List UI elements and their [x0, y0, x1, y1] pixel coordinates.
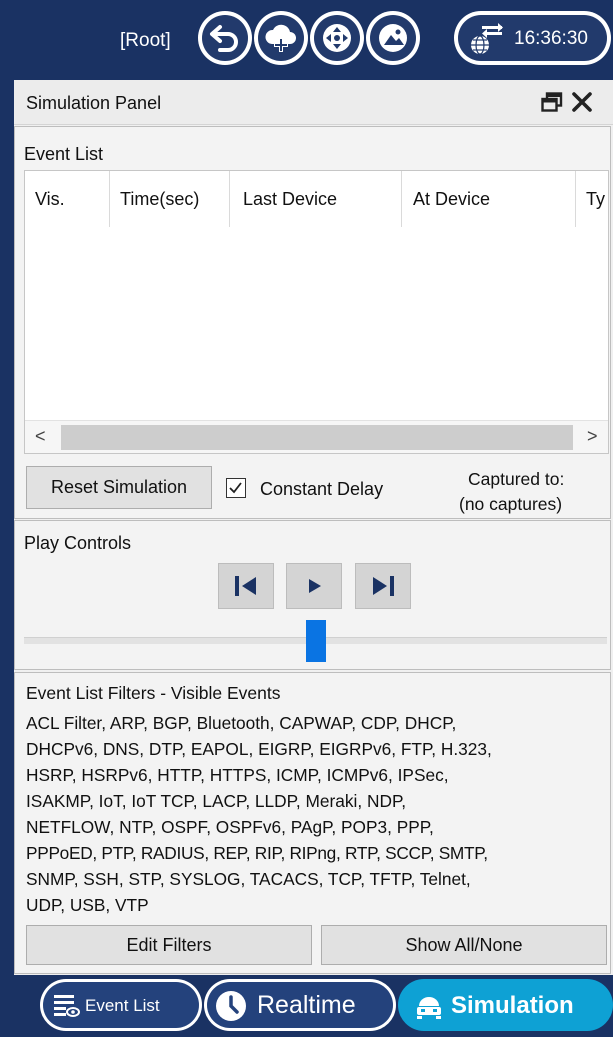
- tab-label: Realtime: [257, 991, 356, 1019]
- tab-realtime[interactable]: Realtime: [204, 979, 396, 1031]
- filter-line: PPPoED, PTP, RADIUS, REP, RIP, RIPng, RT…: [26, 843, 488, 863]
- event-table[interactable]: Vis. Time(sec) Last Device At Device Ty …: [24, 170, 609, 454]
- column-header-at-device[interactable]: At Device: [413, 189, 490, 210]
- bottom-tab-bar: Event List Realtime Simulation: [0, 975, 613, 1037]
- top-toolbar: [Root] 16:36:30: [0, 0, 613, 80]
- column-header-type[interactable]: Ty: [586, 189, 605, 210]
- event-list-icon: [54, 995, 80, 1017]
- restore-window-icon[interactable]: [541, 92, 563, 112]
- captures-value: (no captures): [459, 494, 563, 514]
- tab-label: Simulation: [451, 992, 574, 1019]
- column-divider[interactable]: [401, 171, 402, 227]
- image-button[interactable]: [366, 11, 420, 65]
- play-button[interactable]: [286, 563, 342, 609]
- event-list-label: Event List: [24, 144, 104, 164]
- filter-line: ACL Filter, ARP, BGP, Bluetooth, CAPWAP,…: [26, 713, 457, 733]
- constant-delay-label: Constant Delay: [260, 479, 384, 499]
- back-arrow-icon: [210, 25, 238, 52]
- clock-time: 16:36:30: [514, 28, 588, 49]
- column-divider[interactable]: [109, 171, 110, 227]
- network-globe-icon: [471, 23, 503, 55]
- play-icon: [309, 579, 321, 593]
- filter-line: NETFLOW, NTP, OSPF, OSPFv6, PAgP, POP3, …: [26, 817, 434, 837]
- filters-label: Event List Filters - Visible Events: [26, 683, 281, 703]
- tab-event-list[interactable]: Event List: [40, 979, 202, 1031]
- captured-to-label: Captured to:: [468, 469, 565, 489]
- step-forward-button[interactable]: [355, 563, 411, 609]
- tab-simulation[interactable]: Simulation: [398, 979, 613, 1031]
- back-button[interactable]: [198, 11, 252, 65]
- column-header-time[interactable]: Time(sec): [120, 189, 199, 210]
- edit-filters-button[interactable]: Edit Filters: [26, 925, 312, 965]
- landscape-image-icon: [379, 24, 407, 52]
- filter-line: ISAKMP, IoT, IoT TCP, LACP, LLDP, Meraki…: [26, 791, 407, 811]
- play-controls-label: Play Controls: [24, 533, 132, 553]
- horizontal-scrollbar[interactable]: < >: [25, 420, 608, 453]
- clock-icon: [216, 991, 246, 1021]
- move-button[interactable]: [310, 11, 364, 65]
- checkmark-icon: [229, 482, 242, 494]
- panel-title: Simulation Panel: [26, 93, 162, 113]
- filter-line: UDP, USB, VTP: [26, 895, 149, 915]
- step-back-icon: [235, 576, 256, 596]
- column-header-last-device[interactable]: Last Device: [243, 189, 337, 210]
- step-forward-icon: [373, 576, 394, 596]
- constant-delay-checkbox[interactable]: [226, 478, 246, 498]
- filter-line: HSRP, HSRPv6, HTTP, HTTPS, ICMP, ICMPv6,…: [26, 765, 449, 785]
- tab-label: Event List: [85, 996, 160, 1015]
- cloud-add-button[interactable]: [254, 11, 308, 65]
- step-back-button[interactable]: [218, 563, 274, 609]
- show-all-none-button[interactable]: Show All/None: [321, 925, 607, 965]
- filter-line: DHCPv6, DNS, DTP, EAPOL, EIGRP, EIGRPv6,…: [26, 739, 492, 759]
- filter-line: SNMP, SSH, STP, SYSLOG, TACACS, TCP, TFT…: [26, 869, 471, 889]
- close-icon[interactable]: [570, 90, 594, 114]
- scroll-left-icon[interactable]: <: [35, 426, 46, 447]
- playback-slider-thumb[interactable]: [306, 620, 326, 662]
- scroll-right-icon[interactable]: >: [587, 426, 598, 447]
- root-label: [Root]: [120, 30, 171, 51]
- column-header-vis[interactable]: Vis.: [35, 189, 65, 210]
- column-divider[interactable]: [575, 171, 576, 227]
- visible-events-list: ACL Filter, ARP, BGP, Bluetooth, CAPWAP,…: [26, 710, 610, 918]
- simulation-icon: [417, 997, 441, 1019]
- cloud-add-icon: [265, 24, 296, 52]
- column-divider[interactable]: [229, 171, 230, 227]
- move-arrows-icon: [323, 24, 351, 52]
- reset-simulation-button[interactable]: Reset Simulation: [26, 466, 212, 509]
- clock-button[interactable]: 16:36:30: [454, 11, 611, 65]
- panel-title-bar: Simulation Panel: [14, 80, 613, 125]
- scrollbar-thumb[interactable]: [61, 425, 573, 450]
